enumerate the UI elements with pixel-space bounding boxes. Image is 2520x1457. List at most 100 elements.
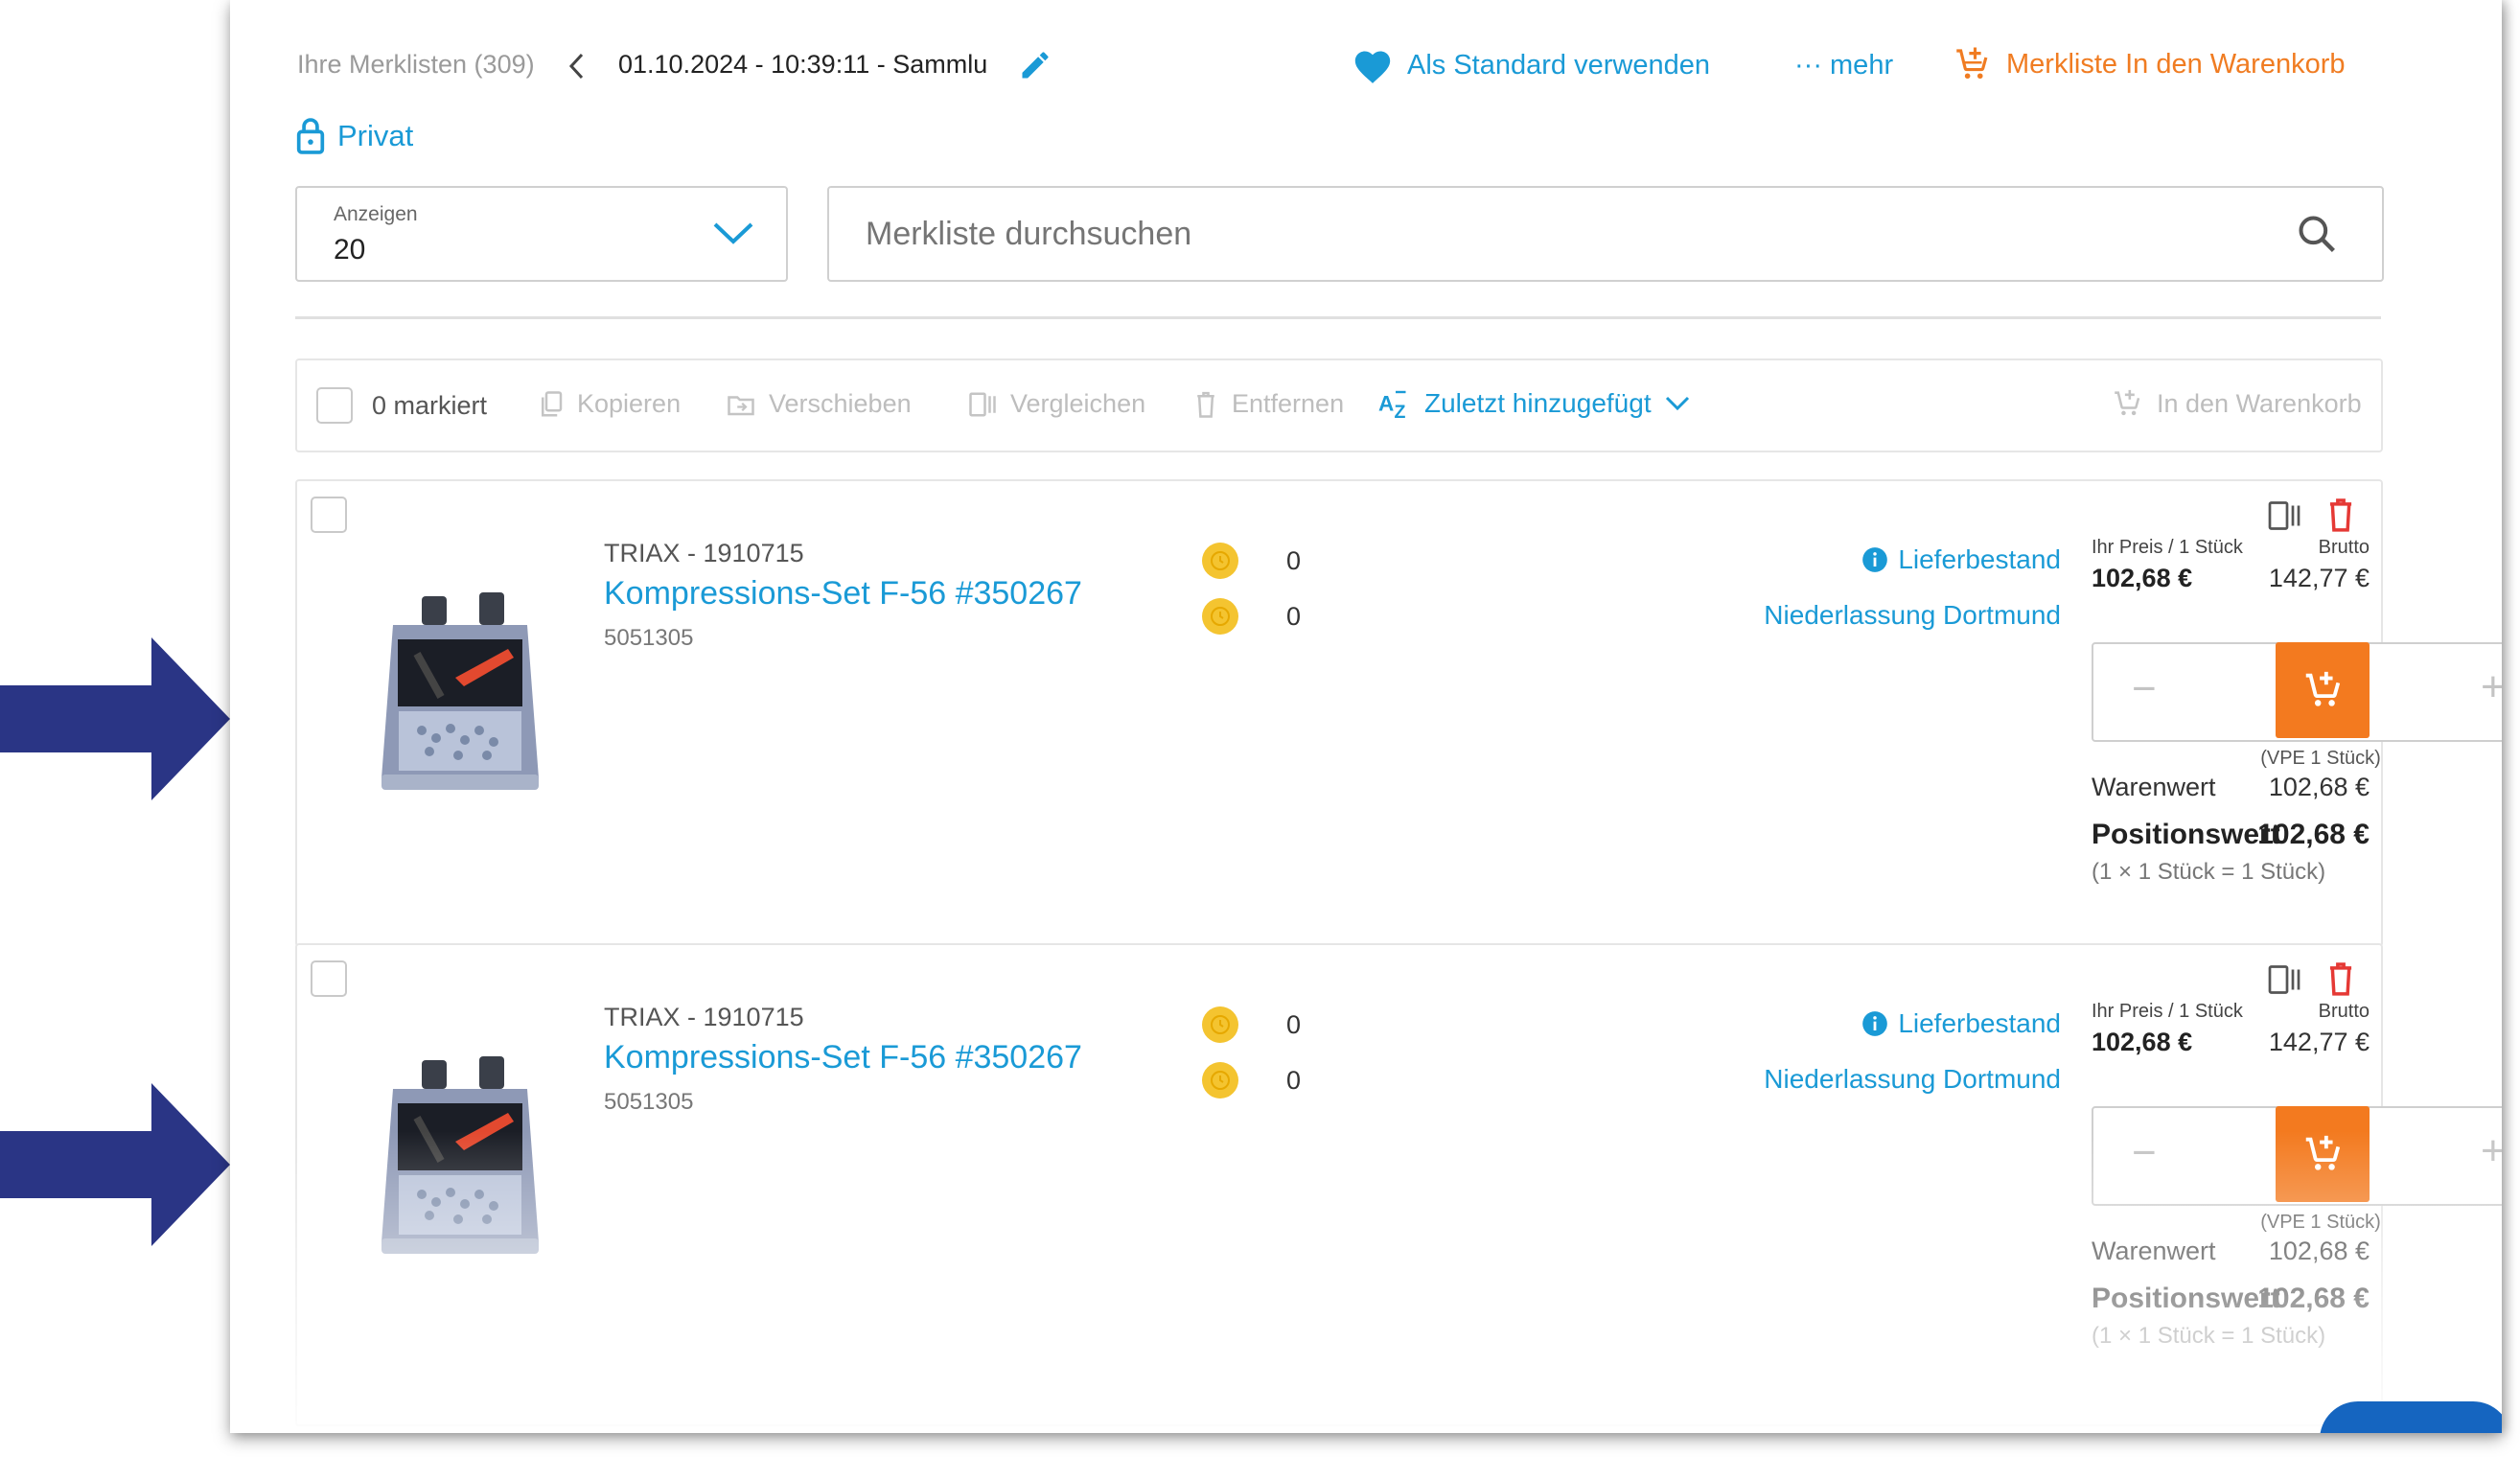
divider	[295, 316, 2381, 319]
net-price: 102,68 €	[2092, 564, 2193, 592]
compare-icon[interactable]	[2267, 498, 2301, 533]
info-icon	[1862, 547, 1888, 572]
heart-icon	[1354, 51, 1391, 83]
page-size-select[interactable]: Anzeigen 20	[295, 186, 788, 282]
bulk-cart-label: In den Warenkorb	[2157, 388, 2362, 418]
warenwert-value: 102,68 €	[2268, 1237, 2370, 1265]
chat-widget-button[interactable]	[2320, 1401, 2502, 1433]
gross-price: 142,77 €	[2268, 1028, 2370, 1056]
cart-plus-icon	[2305, 1135, 2341, 1170]
more-button[interactable]: ··· mehr	[1794, 50, 1893, 81]
increment-button[interactable]: +	[2481, 1127, 2502, 1175]
stock-clock-icon	[1202, 598, 1238, 635]
lock-icon	[296, 118, 325, 154]
breadcrumb-link[interactable]: Ihre Merklisten (309)	[297, 50, 535, 80]
vpe-note: (VPE 1 Stück)	[2260, 1212, 2381, 1233]
svg-text:Z: Z	[1395, 402, 1406, 420]
page-size-label: Anzeigen	[334, 203, 418, 225]
chevron-down-icon	[1665, 396, 1689, 411]
copy-icon	[542, 390, 563, 416]
list-title: 01.10.2024 - 10:39:11 - Sammlu	[618, 50, 988, 79]
position-calc: (1 × 1 Stück = 1 Stück)	[2092, 859, 2326, 885]
list-item: TRIAX - 1910715 Kompressions-Set F-56 #3…	[295, 943, 2502, 1426]
set-default-label: Als Standard verwenden	[1407, 49, 1710, 81]
delivery-stock-link[interactable]: Lieferbestand	[1524, 1008, 2061, 1039]
copy-label: Kopieren	[577, 389, 682, 418]
sort-dropdown[interactable]: A Z Zuletzt hinzugefügt	[1378, 387, 1692, 420]
annotation-arrow-icon	[0, 637, 230, 800]
add-to-cart-button[interactable]	[2276, 1106, 2370, 1202]
set-default-button[interactable]: Als Standard verwenden	[1352, 46, 1710, 84]
select-all-checkbox[interactable]	[316, 387, 353, 424]
list-to-cart-button[interactable]: Merkliste In den Warenkorb	[1951, 44, 2346, 84]
info-icon	[1862, 1011, 1888, 1036]
trash-icon[interactable]	[2325, 960, 2356, 997]
compare-button[interactable]: Vergleichen	[968, 389, 1145, 419]
privacy-toggle[interactable]: Privat	[295, 117, 413, 155]
trash-icon	[1197, 391, 1214, 418]
delivery-stock-link[interactable]: Lieferbestand	[1524, 544, 2061, 575]
product-title-link[interactable]: Kompressions-Set F-56 #350267	[604, 575, 1082, 613]
folder-move-icon	[728, 395, 754, 415]
sort-label: Zuletzt hinzugefügt	[1424, 388, 1652, 418]
price-label: Ihr Preis / 1 Stück	[2092, 537, 2243, 558]
move-label: Verschieben	[769, 389, 912, 418]
warenwert-value: 102,68 €	[2268, 773, 2370, 801]
stock-count: 0	[1286, 546, 1302, 575]
branch-label: Niederlassung Dortmund	[1764, 600, 2061, 630]
net-price: 102,68 €	[2092, 1028, 2193, 1056]
product-image[interactable]	[364, 1051, 556, 1271]
move-button[interactable]: Verschieben	[727, 389, 912, 419]
search-input[interactable]	[864, 205, 2229, 263]
trash-icon[interactable]	[2325, 497, 2356, 533]
stock-clock-icon	[1202, 1062, 1238, 1099]
bulk-cart-button[interactable]: In den Warenkorb	[2111, 387, 2362, 420]
gross-label: Brutto	[2318, 537, 2370, 558]
item-checkbox[interactable]	[311, 497, 347, 533]
list-to-cart-label: Merkliste In den Warenkorb	[2006, 48, 2346, 80]
gross-price: 142,77 €	[2268, 564, 2370, 592]
remove-button[interactable]: Entfernen	[1193, 389, 1344, 419]
cart-plus-icon	[2305, 671, 2341, 706]
search-field[interactable]	[827, 186, 2384, 282]
chevron-down-icon	[713, 222, 753, 244]
annotation-arrow-icon	[0, 1083, 230, 1246]
delivery-stock-label: Lieferbestand	[1898, 1008, 2061, 1038]
product-title-link[interactable]: Kompressions-Set F-56 #350267	[604, 1039, 1082, 1076]
position-value: 102,68 €	[2257, 819, 2370, 850]
copy-button[interactable]: Kopieren	[539, 389, 681, 419]
branch-stock-count: 0	[1286, 1066, 1302, 1095]
cart-plus-icon	[2115, 389, 2140, 416]
search-icon[interactable]	[2296, 213, 2338, 255]
list-item: TRIAX - 1910715 Kompressions-Set F-56 #3…	[295, 479, 2502, 947]
privacy-label: Privat	[337, 119, 414, 152]
compare-icon[interactable]	[2267, 962, 2301, 997]
pencil-icon[interactable]	[1018, 48, 1052, 82]
stock-clock-icon	[1202, 543, 1238, 579]
add-to-cart-button[interactable]	[2276, 642, 2370, 738]
product-brand: TRIAX - 1910715	[604, 1003, 804, 1031]
price-label: Ihr Preis / 1 Stück	[2092, 1001, 2243, 1022]
stock-count: 0	[1286, 1010, 1302, 1039]
remove-label: Entfernen	[1232, 389, 1345, 418]
branch-link[interactable]: Niederlassung Dortmund	[1524, 600, 2061, 631]
position-calc: (1 × 1 Stück = 1 Stück)	[2092, 1323, 2326, 1349]
cart-plus-icon	[1956, 47, 1988, 80]
marked-count: 0 markiert	[372, 391, 488, 420]
sort-az-icon: A Z	[1378, 390, 1406, 420]
product-image[interactable]	[364, 587, 556, 807]
svg-text:A: A	[1378, 392, 1394, 416]
branch-link[interactable]: Niederlassung Dortmund	[1524, 1064, 2061, 1095]
chevron-left-icon[interactable]	[567, 52, 587, 81]
bulk-toolbar: 0 markiert Kopieren Verschieben Vergleic…	[295, 358, 2383, 452]
compare-icon	[969, 392, 996, 416]
branch-label: Niederlassung Dortmund	[1764, 1064, 2061, 1094]
increment-button[interactable]: +	[2481, 663, 2502, 711]
compare-label: Vergleichen	[1010, 389, 1146, 418]
delivery-stock-label: Lieferbestand	[1898, 544, 2061, 574]
product-number: 5051305	[604, 625, 694, 651]
vpe-note: (VPE 1 Stück)	[2260, 748, 2381, 769]
item-checkbox[interactable]	[311, 960, 347, 997]
position-value: 102,68 €	[2257, 1283, 2370, 1314]
branch-stock-count: 0	[1286, 602, 1302, 631]
